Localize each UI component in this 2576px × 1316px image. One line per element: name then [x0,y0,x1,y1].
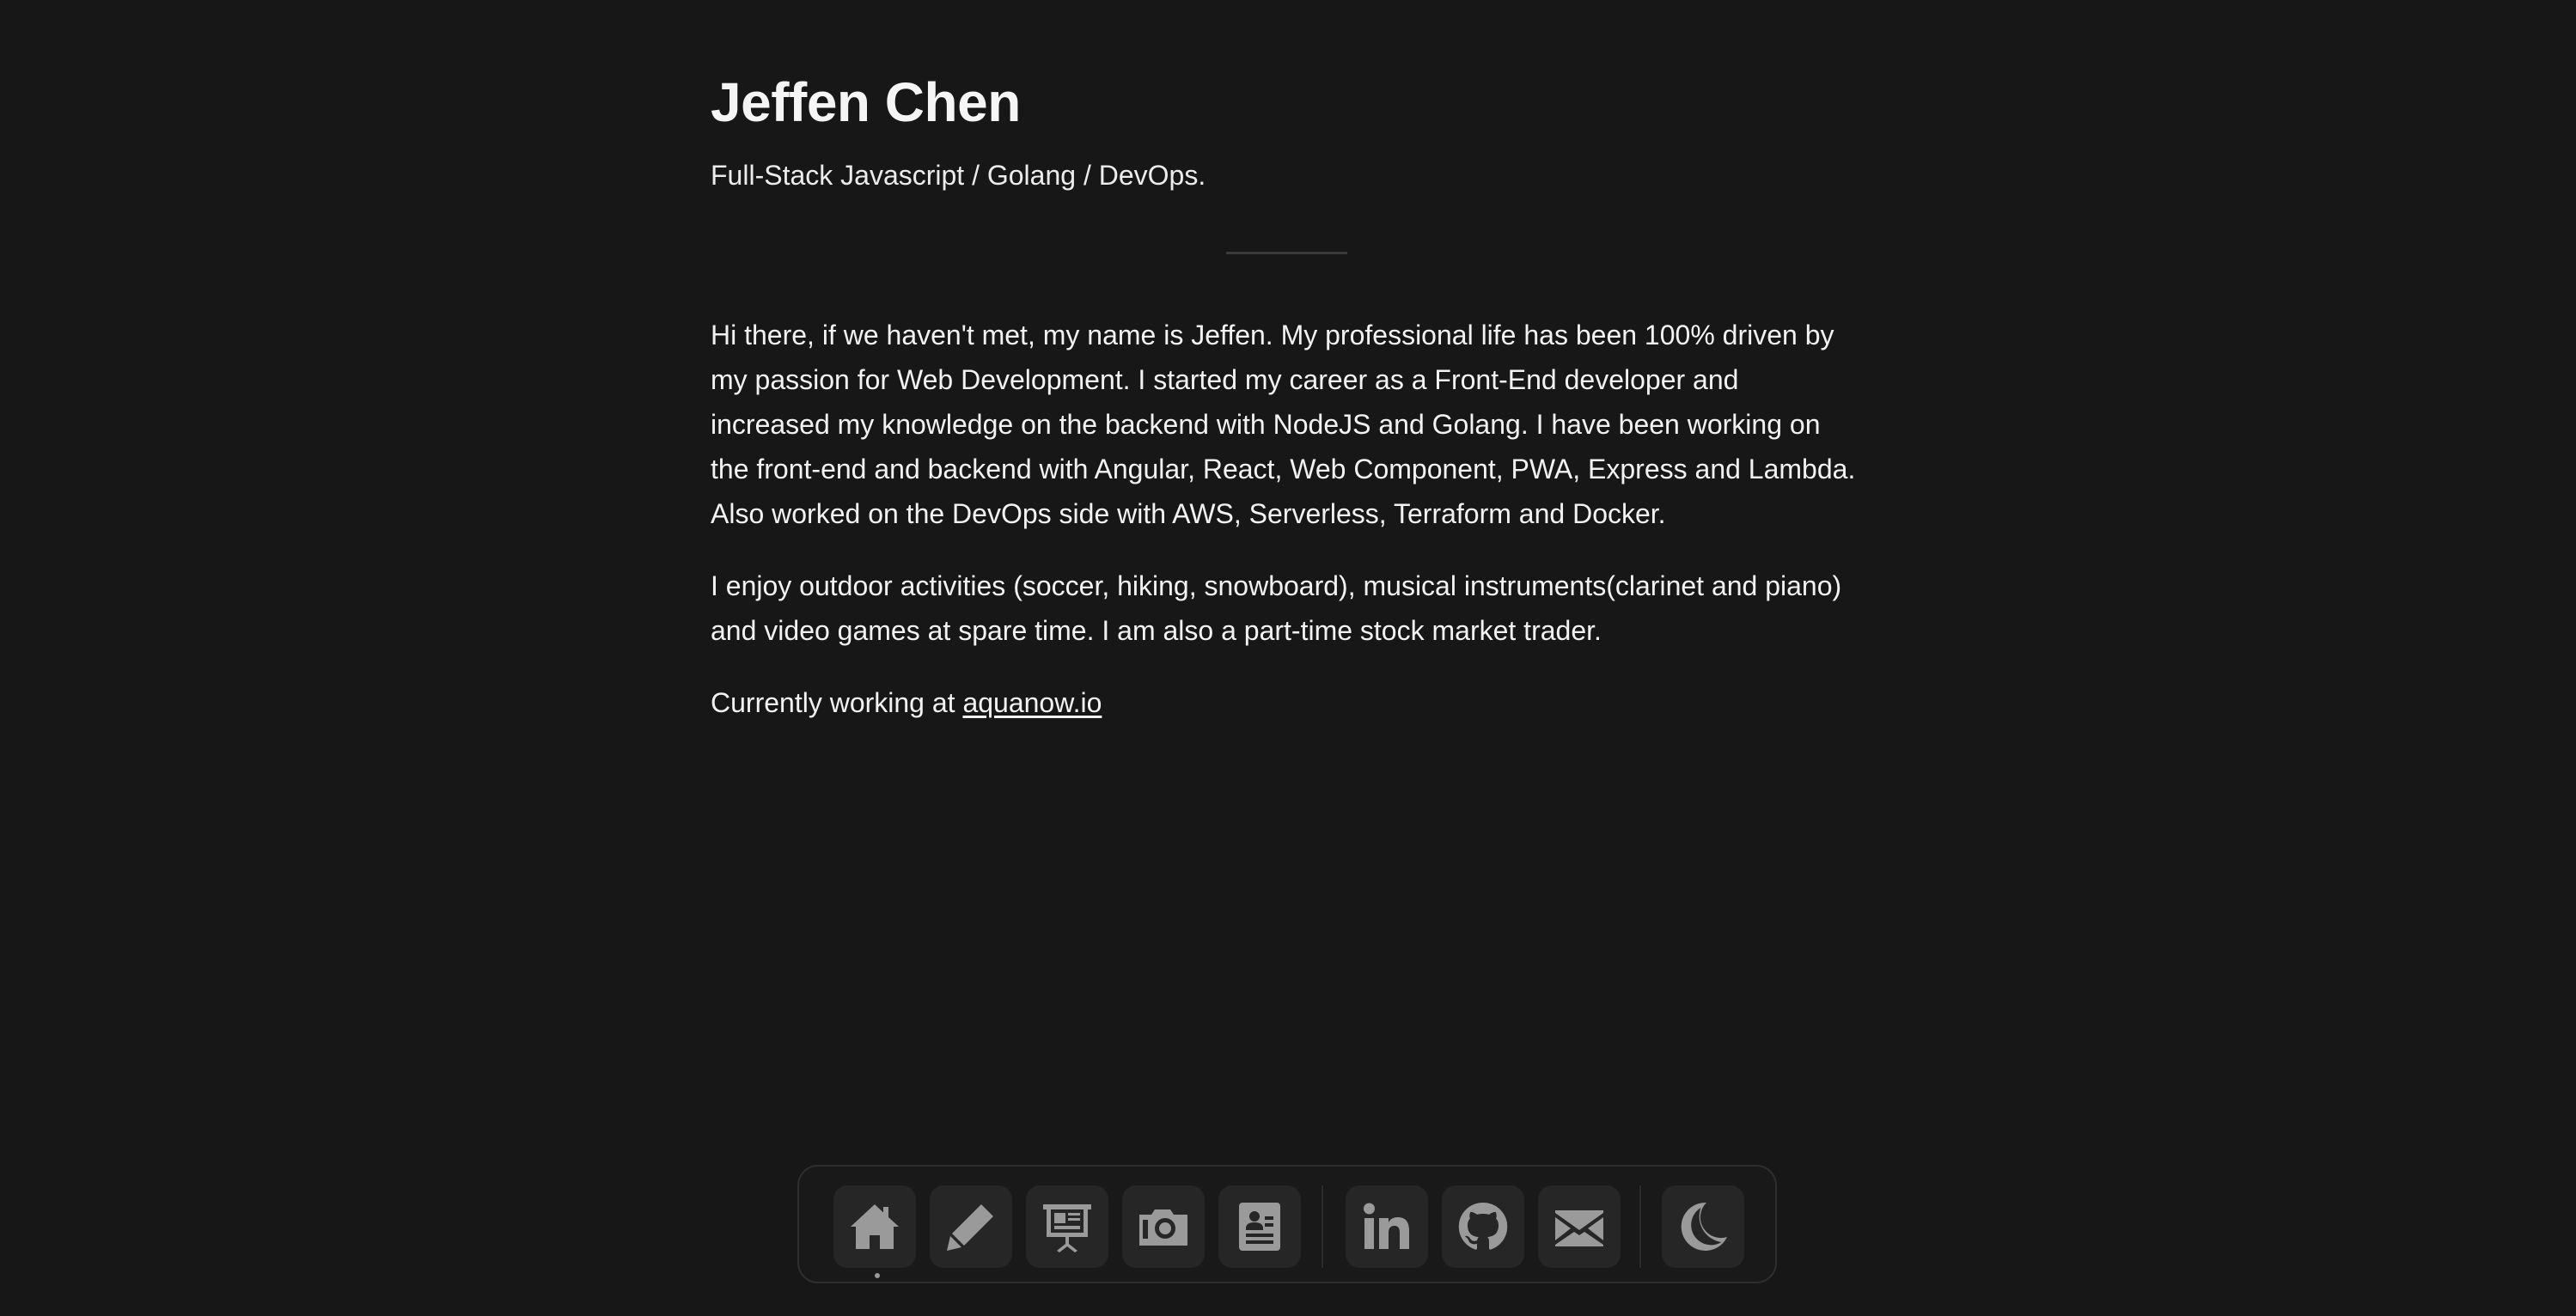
pencil-icon [947,1204,993,1251]
photos-button[interactable] [1122,1185,1205,1268]
company-link[interactable]: aquanow.io [962,687,1102,718]
email-button[interactable] [1538,1185,1621,1268]
dock-separator [1639,1185,1641,1268]
page-title: Jeffen Chen [711,71,1021,133]
divider [1225,252,1347,254]
talks-button[interactable] [1026,1185,1108,1268]
about-paragraph-2: I enjoy outdoor activities (soccer, hiki… [711,570,1842,646]
blog-button[interactable] [930,1185,1012,1268]
linkedin-icon [1364,1203,1409,1249]
currently-working: Currently working at aquanow.io [711,680,1862,725]
home-button[interactable] [833,1185,916,1268]
linkedin-button[interactable] [1346,1185,1428,1268]
dock-separator [1322,1185,1323,1268]
resume-button[interactable] [1218,1185,1301,1268]
about-paragraph-1: Hi there, if we haven't met, my name is … [711,320,1856,529]
presentation-icon [1043,1204,1091,1252]
home-icon [851,1204,899,1249]
dock [797,1165,1777,1283]
github-icon [1458,1202,1508,1250]
github-button[interactable] [1442,1185,1524,1268]
main-content: Jeffen Chen Full-Stack Javascript / Gola… [711,67,1862,725]
theme-toggle-button[interactable] [1662,1185,1744,1268]
page: Jeffen Chen Full-Stack Javascript / Gola… [0,0,2576,1316]
tagline: Full-Stack Javascript / Golang / DevOps. [711,160,1206,191]
currently-working-text: Currently working at [711,687,963,718]
mail-icon [1555,1210,1603,1246]
camera-icon [1139,1209,1187,1246]
contact-card-icon [1239,1203,1280,1251]
moon-icon [1681,1202,1727,1251]
active-indicator [875,1273,880,1278]
